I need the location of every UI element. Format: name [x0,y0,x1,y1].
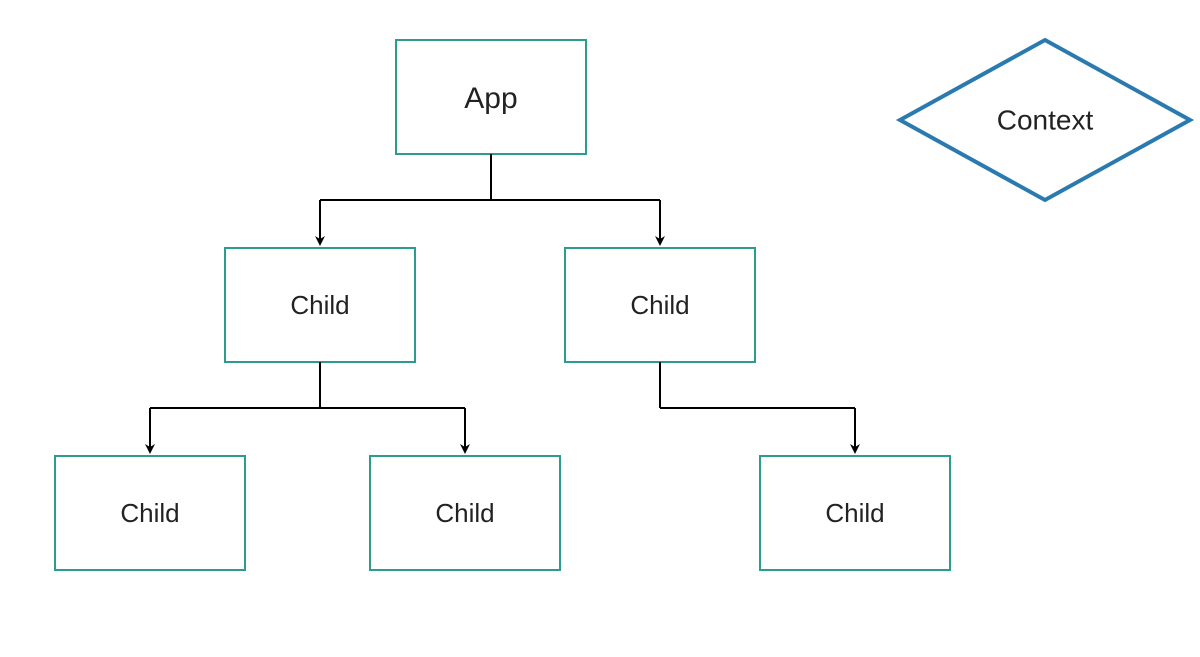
node-app-label: App [464,82,517,115]
node-child-2a: Child [55,456,245,570]
node-child-1a: Child [225,248,415,362]
node-app: App [396,40,586,154]
node-child-1b-label: Child [630,290,689,320]
node-context: Context [900,40,1190,200]
node-child-1a-label: Child [290,290,349,320]
diagram-canvas: App Child Child Child Child Child Contex… [0,0,1200,657]
node-child-2b-label: Child [435,498,494,528]
node-child-2c: Child [760,456,950,570]
node-child-2a-label: Child [120,498,179,528]
node-child-2b: Child [370,456,560,570]
connector-child1b-to-child [660,362,855,452]
node-context-label: Context [997,104,1094,135]
connector-app-to-children [320,154,660,244]
connector-child1a-to-children [150,362,465,452]
node-child-2c-label: Child [825,498,884,528]
node-child-1b: Child [565,248,755,362]
